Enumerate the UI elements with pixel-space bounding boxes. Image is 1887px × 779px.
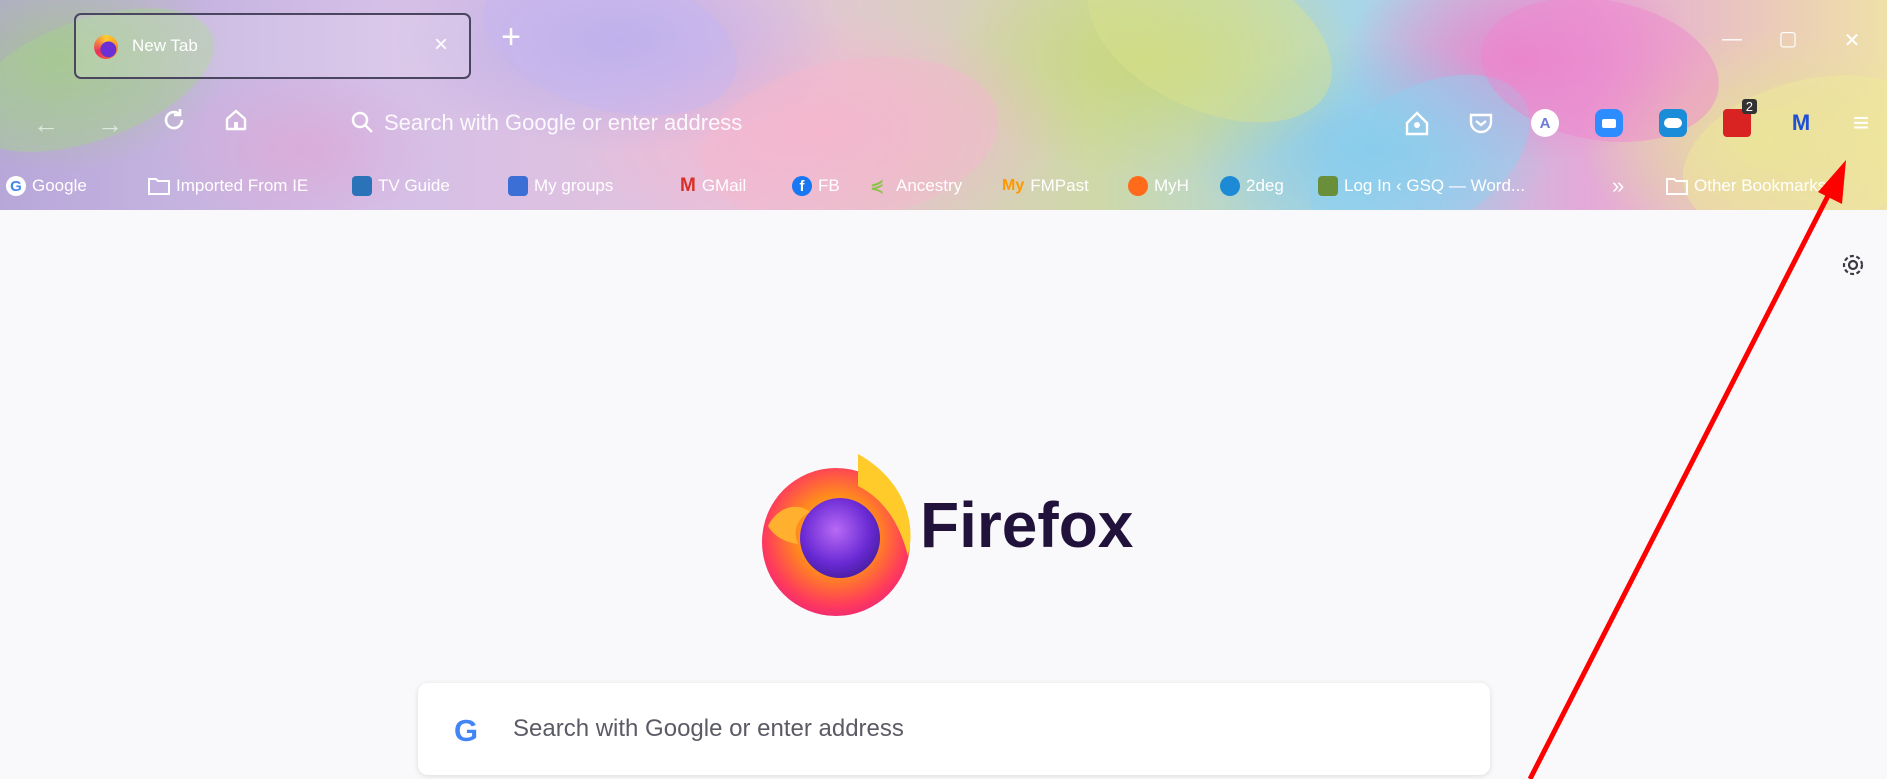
myheritage-icon	[1128, 176, 1148, 196]
back-button[interactable]: ←	[28, 106, 64, 142]
google-logo-icon: G	[454, 713, 479, 748]
bookmark-label: My groups	[534, 176, 614, 195]
groups-icon	[508, 176, 528, 196]
bookmark-tv-guide[interactable]: TV Guide	[352, 171, 450, 201]
zoom-icon	[1595, 109, 1623, 137]
browser-window: New Tab × + — ▢ ✕ ← → A	[0, 0, 1887, 779]
malwarebytes-icon: M	[1791, 110, 1811, 135]
address-input[interactable]	[384, 100, 1284, 146]
bookmark-google[interactable]: G Google	[6, 171, 87, 201]
folder-icon	[148, 178, 170, 195]
reload-icon	[164, 109, 184, 130]
home-icon	[225, 109, 247, 131]
gear-icon	[1842, 254, 1864, 276]
home-button[interactable]	[218, 106, 254, 142]
ancestry-leaf-icon: ⋞	[870, 176, 885, 195]
calendar-icon: 2	[1723, 99, 1757, 137]
bookmark-label: Log In ‹ GSQ — Word...	[1344, 176, 1526, 195]
forward-button[interactable]: →	[92, 106, 128, 142]
minimize-button[interactable]: —	[1716, 28, 1748, 51]
bookmarks-overflow-button[interactable]: »	[1612, 171, 1624, 201]
customize-new-tab-button[interactable]	[1838, 250, 1868, 280]
firefox-favicon-icon	[94, 35, 118, 59]
extension-abb-icon[interactable]	[1398, 104, 1436, 142]
bookmark-ancestry[interactable]: ⋞ Ancestry	[870, 171, 962, 201]
bookmark-myh[interactable]: MyH	[1128, 171, 1189, 201]
bookmark-label: Imported From IE	[176, 176, 309, 195]
other-bookmarks-label: Other Bookmarks	[1694, 176, 1827, 195]
firefox-wordmark: Firefox	[920, 489, 1134, 561]
new-tab-button[interactable]: +	[494, 20, 528, 54]
zoom-extension-button[interactable]	[1590, 104, 1628, 142]
tab-title: New Tab	[132, 36, 198, 55]
bookmark-label: FMPast	[1030, 176, 1089, 195]
bookmark-label: Google	[32, 176, 87, 195]
bookmark-label: TV Guide	[378, 176, 450, 195]
pocket-button[interactable]	[1462, 104, 1500, 142]
extension-badge: 2	[1741, 99, 1757, 114]
hamburger-menu-icon: ≡	[1852, 107, 1870, 138]
gmail-icon: M	[680, 175, 696, 196]
calendar-extension-button[interactable]: 2	[1718, 99, 1757, 142]
bookmark-folder-imported[interactable]: Imported From IE	[148, 171, 308, 201]
bookmark-label: Ancestry	[896, 176, 963, 195]
fmpast-icon: My	[1002, 177, 1025, 194]
new-tab-search-box[interactable]: G Search with Google or enter address	[418, 683, 1490, 775]
address-bar[interactable]	[338, 100, 1338, 146]
gsq-icon	[1318, 176, 1338, 196]
search-icon	[351, 111, 373, 133]
pocket-icon	[1469, 113, 1493, 134]
bookmark-label: FB	[818, 176, 840, 195]
profile-avatar-icon: A	[1531, 109, 1559, 137]
google-icon: G	[6, 176, 26, 196]
folder-icon	[1666, 178, 1688, 195]
bookmark-label: MyH	[1154, 176, 1189, 195]
house-extension-icon	[1405, 111, 1429, 136]
malwarebytes-extension-button[interactable]: M	[1782, 104, 1820, 142]
bookmark-gsq-login[interactable]: Log In ‹ GSQ — Word...	[1318, 171, 1525, 201]
restore-button[interactable]: ▢	[1772, 26, 1804, 51]
close-window-button[interactable]: ✕	[1836, 28, 1868, 53]
2deg-icon	[1220, 176, 1240, 196]
bookmark-label: GMail	[701, 176, 747, 195]
tab-close-icon[interactable]: ×	[429, 31, 453, 59]
tv-icon	[352, 176, 372, 196]
facebook-icon: f	[792, 176, 812, 196]
cloud-extension-button[interactable]	[1654, 104, 1692, 142]
browser-toolbar-header: New Tab × + — ▢ ✕ ← → A	[0, 0, 1887, 210]
menu-button[interactable]: ≡	[1842, 104, 1880, 142]
tab-new-tab[interactable]: New Tab ×	[74, 13, 471, 79]
chevron-double-right-icon: »	[1612, 173, 1625, 198]
firefox-logo-icon	[762, 454, 911, 616]
bookmark-fmpast[interactable]: My FMPast	[1002, 171, 1089, 201]
bookmark-my-groups[interactable]: My groups	[508, 171, 613, 201]
profile-button[interactable]: A	[1526, 104, 1564, 142]
bookmark-label: 2deg	[1246, 176, 1284, 195]
bookmark-gmail[interactable]: M GMail	[680, 171, 746, 201]
bookmark-fb[interactable]: f FB	[792, 171, 840, 201]
search-placeholder: Search with Google or enter address	[513, 715, 904, 742]
cloud-icon	[1659, 109, 1687, 137]
other-bookmarks-folder[interactable]: Other Bookmarks	[1666, 171, 1826, 201]
reload-button[interactable]	[156, 106, 192, 142]
bookmark-2deg[interactable]: 2deg	[1220, 171, 1284, 201]
